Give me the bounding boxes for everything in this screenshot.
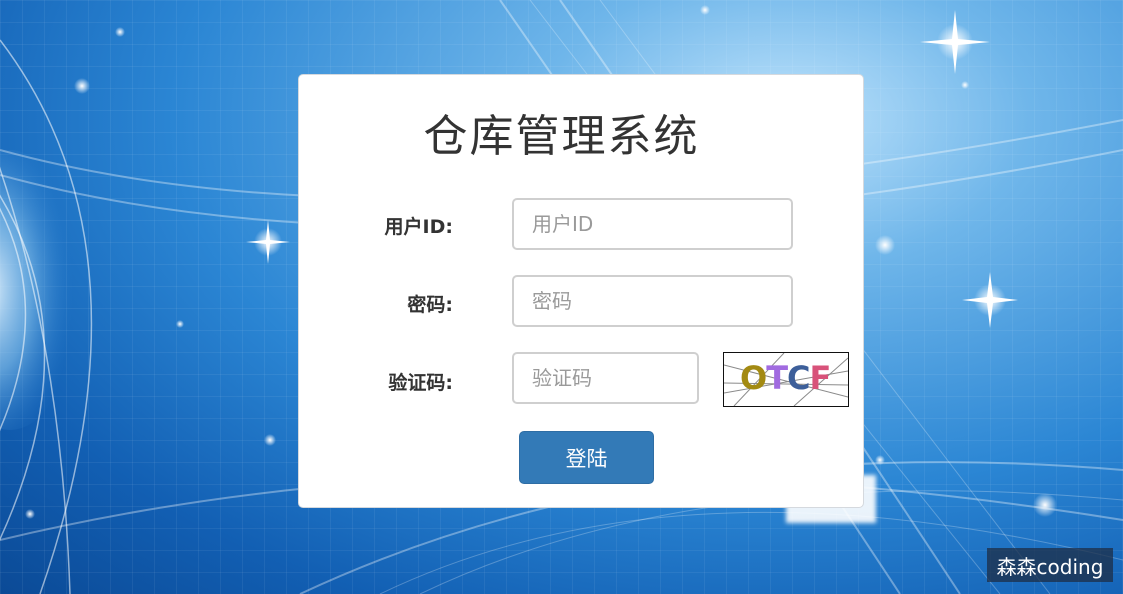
login-button[interactable]: 登陆 [519, 431, 654, 484]
watermark: 森森coding [987, 548, 1113, 582]
captcha-char: O [740, 359, 767, 397]
page-title: 仓库管理系统 [423, 111, 700, 162]
captcha-image[interactable]: OTCF [723, 352, 849, 407]
captcha-char: F [809, 359, 832, 397]
captcha-input[interactable] [512, 352, 699, 404]
user-id-label: 用户ID: [384, 216, 453, 238]
user-id-input[interactable] [512, 198, 793, 250]
captcha-char: C [787, 359, 811, 397]
captcha-char: T [766, 359, 788, 397]
captcha-label: 验证码: [388, 372, 453, 394]
password-input[interactable] [512, 275, 793, 327]
password-label: 密码: [407, 294, 453, 316]
captcha-text: OTCF [740, 359, 832, 397]
